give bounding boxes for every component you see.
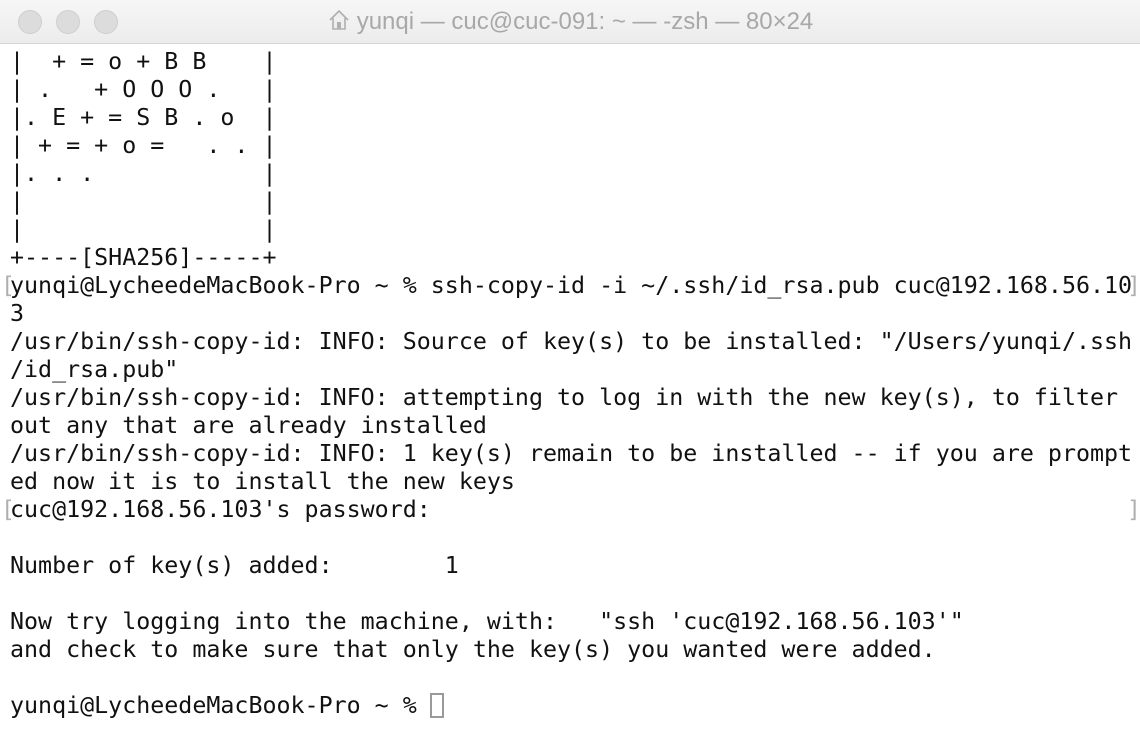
terminal-line: /usr/bin/ssh-copy-id: INFO: 1 key(s) rem… bbox=[10, 440, 1133, 467]
mark-open: [ bbox=[1, 273, 15, 299]
terminal-line: | + = o + B B | bbox=[10, 48, 277, 75]
window-title-text: yunqi — cuc@cuc-091: ~ — -zsh — 80×24 bbox=[356, 8, 814, 35]
terminal-output[interactable]: | + = o + B B | | . + O O O . | |. E + = S… bbox=[10, 48, 1132, 720]
terminal-line: yunqi@LycheedeMacBook-Pro ~ % ssh-copy-i… bbox=[10, 272, 1133, 299]
mark-close: ] bbox=[1127, 273, 1140, 299]
terminal-line: Number of key(s) added: 1 bbox=[10, 552, 459, 579]
home-icon bbox=[329, 9, 349, 30]
terminal-line: | + = + o = . . | bbox=[10, 132, 277, 159]
terminal-line: |. E + = S B . o | bbox=[10, 104, 277, 131]
terminal-line: | . + O O O . | bbox=[10, 76, 277, 103]
terminal-line: out any that are already installed bbox=[10, 412, 487, 439]
terminal-line: /usr/bin/ssh-copy-id: INFO: attempting t… bbox=[10, 384, 1119, 411]
terminal-line: Now try logging into the machine, with: … bbox=[10, 608, 964, 635]
terminal-line: ed now it is to install the new keys bbox=[10, 468, 515, 495]
terminal-line: cuc@192.168.56.103's password: bbox=[10, 496, 431, 523]
terminal-line: |. . . | bbox=[10, 160, 277, 187]
terminal-line: | | bbox=[10, 188, 277, 215]
terminal-line: +----[SHA256]-----+ bbox=[10, 244, 277, 271]
terminal-line: /id_rsa.pub" bbox=[10, 356, 179, 383]
terminal-line: 3 bbox=[10, 300, 25, 327]
terminal-line: /usr/bin/ssh-copy-id: INFO: Source of ke… bbox=[10, 328, 1133, 355]
terminal-line: and check to make sure that only the key… bbox=[10, 636, 936, 663]
terminal-line: yunqi@LycheedeMacBook-Pro ~ % bbox=[10, 692, 431, 719]
title-bar[interactable]: yunqi — cuc@cuc-091: ~ — -zsh — 80×24 bbox=[0, 0, 1140, 44]
terminal-cursor bbox=[430, 693, 444, 718]
terminal-line: | | bbox=[10, 216, 277, 243]
mark-open: [ bbox=[1, 497, 15, 523]
window-title: yunqi — cuc@cuc-091: ~ — -zsh — 80×24 bbox=[0, 0, 1140, 44]
mark-close: ] bbox=[1127, 497, 1140, 523]
